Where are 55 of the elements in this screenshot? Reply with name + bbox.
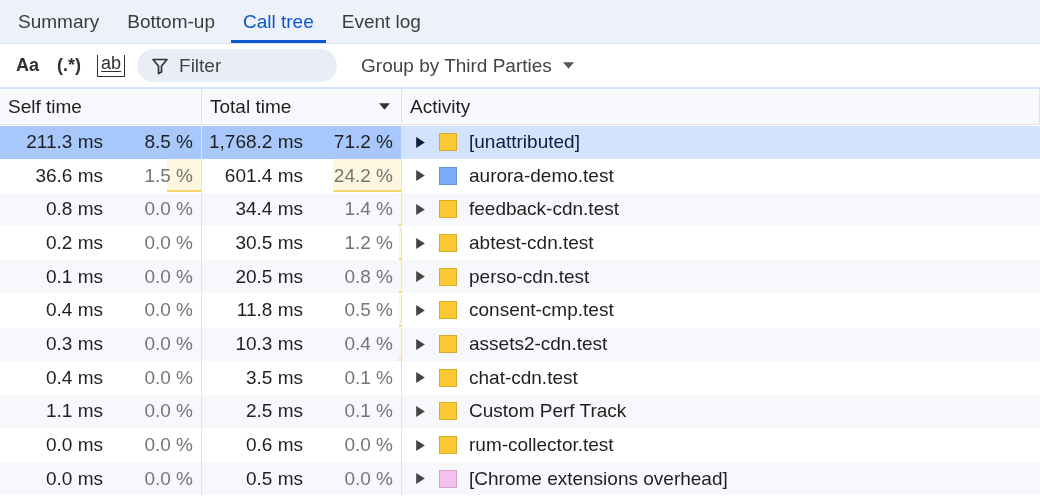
sort-icon (378, 100, 391, 113)
tab[interactable]: Summary (6, 0, 112, 43)
match-case-button[interactable]: Aa (14, 55, 41, 76)
activity-name: chat-cdn.test (469, 366, 578, 389)
column-header[interactable]: Self time (0, 89, 202, 125)
activity-name: [unattributed] (469, 131, 580, 154)
table-cell: 1,768.2 ms 71.2 % (202, 125, 402, 159)
activity-name: perso-cdn.test (469, 265, 590, 288)
table-cell: 2.5 ms 0.1 % (202, 395, 402, 428)
table-cell: 0.1 ms 0.0 % (0, 260, 202, 294)
expand-icon (414, 371, 427, 385)
activity-row[interactable]: perso-cdn.test (402, 260, 1040, 294)
expand-icon (414, 303, 427, 317)
expand-icon (414, 236, 427, 250)
regex-button[interactable]: (.*) (55, 55, 83, 76)
activity-name: assets2-cdn.test (469, 333, 608, 356)
column-header[interactable]: Activity (402, 89, 1040, 125)
expand-icon (414, 202, 427, 216)
expand-icon (414, 405, 427, 418)
table-cell: 0.5 ms 0.0 % (202, 462, 402, 496)
activity-row[interactable]: [unattributed] (402, 125, 1040, 159)
group-by-dropdown[interactable]: Group by Third Parties (355, 53, 581, 78)
activity-row[interactable]: feedback-cdn.test (402, 192, 1040, 226)
expand-icon (414, 438, 427, 452)
table-cell: 10.3 ms 0.4 % (202, 327, 402, 361)
column-header[interactable]: Total time (202, 89, 402, 125)
expand-icon (414, 169, 427, 183)
caret-icon (561, 59, 575, 72)
table-cell: 0.8 ms 0.0 % (0, 192, 202, 226)
tab[interactable]: Event log (329, 0, 433, 43)
whole-word-button[interactable]: ab (97, 54, 126, 77)
activity-row[interactable]: [Chrome extensions overhead] (402, 462, 1040, 496)
table-cell: 34.4 ms 1.4 % (202, 192, 402, 226)
activity-name: rum-collector.test (469, 434, 614, 457)
tab[interactable]: Bottom-up (115, 0, 227, 43)
activity-name: aurora-demo.test (469, 164, 614, 187)
activity-name: Custom Perf Track (469, 400, 627, 423)
table-cell: 0.0 ms 0.0 % (0, 462, 202, 496)
filter-field[interactable]: Filter (137, 49, 338, 82)
activity-name: feedback-cdn.test (469, 198, 619, 221)
table-cell: 211.3 ms 8.5 % (0, 125, 202, 159)
expand-icon (414, 472, 427, 486)
filter-icon (151, 57, 170, 75)
expand-icon (414, 337, 427, 351)
activity-row[interactable]: assets2-cdn.test (402, 327, 1040, 361)
expand-icon (414, 270, 427, 284)
table-cell: 1.1 ms 0.0 % (0, 395, 202, 428)
activity-name: [Chrome extensions overhead] (469, 467, 728, 490)
table-cell: 0.3 ms 0.0 % (0, 327, 202, 361)
activity-name: abtest-cdn.test (469, 232, 594, 255)
tab[interactable]: Call tree (230, 0, 326, 43)
activity-row[interactable]: Custom Perf Track (402, 395, 1040, 428)
expand-icon (414, 135, 427, 149)
activity-name: consent-cmp.test (469, 299, 614, 322)
table-cell: 20.5 ms 0.8 % (202, 260, 402, 294)
